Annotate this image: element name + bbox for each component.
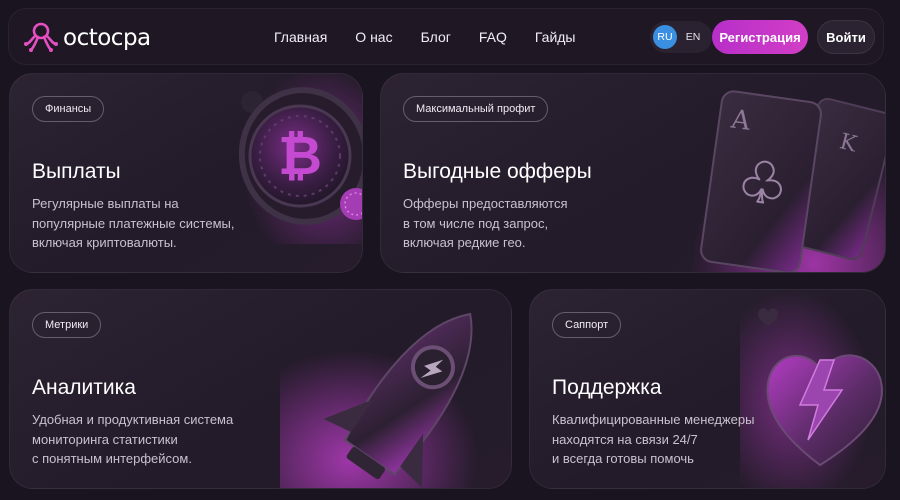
- lang-ru-button[interactable]: RU: [653, 25, 677, 49]
- svg-text:₿: ₿: [278, 124, 322, 187]
- desc-line: Квалифицированные менеджеры: [552, 412, 755, 427]
- card-description: Удобная и продуктивная система мониторин…: [32, 410, 233, 469]
- card-description: Квалифицированные менеджеры находятся на…: [552, 410, 754, 469]
- desc-line: в том числе под запрос,: [403, 215, 549, 231]
- card-title: Поддержка: [552, 376, 662, 399]
- nav-link-home[interactable]: Главная: [274, 29, 327, 45]
- tag-finance: Финансы: [32, 96, 105, 122]
- bitcoin-coin-icon: ₿: [230, 74, 362, 244]
- card-title: Выплаты: [32, 160, 121, 183]
- language-switcher: RU EN: [650, 21, 712, 53]
- logo[interactable]: octocpa: [23, 22, 151, 54]
- card-description: Офферы предоставляются в том числе под з…: [403, 194, 568, 253]
- card-description: Регулярные выплаты на популярные платежн…: [32, 194, 234, 253]
- login-button[interactable]: Войти: [817, 20, 875, 54]
- logo-text: octocpa: [63, 25, 151, 51]
- tag-metrics: Метрики: [32, 312, 102, 338]
- nav-link-blog[interactable]: Блог: [421, 29, 451, 45]
- nav-link-guides[interactable]: Гайды: [535, 29, 576, 45]
- desc-line: включая редкие гео.: [403, 235, 526, 250]
- desc-line: популярные платежные системы,: [32, 215, 235, 231]
- top-navbar: octocpa Главная О нас Блог FAQ Гайды RU …: [8, 8, 884, 65]
- tag-max-profit: Максимальный профит: [403, 96, 549, 122]
- desc-line: Регулярные выплаты на: [32, 196, 179, 211]
- lang-en-button[interactable]: EN: [681, 25, 705, 49]
- main-nav: Главная О нас Блог FAQ Гайды: [274, 29, 576, 45]
- nav-link-faq[interactable]: FAQ: [479, 29, 507, 45]
- card-title: Выгодные офферы: [403, 160, 592, 183]
- register-button[interactable]: Регистрация: [712, 20, 808, 54]
- nav-link-about[interactable]: О нас: [355, 29, 392, 45]
- playing-cards-icon: K A ♣: [681, 74, 885, 272]
- desc-line: Удобная и продуктивная система: [32, 412, 234, 427]
- desc-line: включая криптовалюты.: [32, 235, 177, 250]
- desc-line: Офферы предоставляются: [403, 196, 568, 211]
- desc-line: и всегда готовы помочь: [552, 451, 694, 466]
- heart-lightning-icon: [740, 290, 885, 488]
- card-support: Саппорт Поддержка Квалифицированные мене…: [529, 289, 886, 489]
- desc-line: с понятным интерфейсом.: [32, 451, 192, 466]
- tag-support: Саппорт: [552, 312, 622, 338]
- rocket-icon: [280, 290, 511, 488]
- card-analytics: Метрики Аналитика Удобная и продуктивная…: [9, 289, 512, 489]
- desc-line: находятся на связи 24/7: [552, 431, 698, 447]
- card-title: Аналитика: [32, 376, 136, 399]
- card-offers: K A ♣ Максимальный профит Выгодные оффер…: [380, 73, 886, 273]
- svg-text:♣: ♣: [733, 148, 792, 219]
- octopus-logo-icon: [24, 22, 58, 52]
- desc-line: мониторинга статистики: [32, 431, 178, 447]
- card-payouts: ₿ Финансы Выплаты Регулярные выплаты на …: [9, 73, 363, 273]
